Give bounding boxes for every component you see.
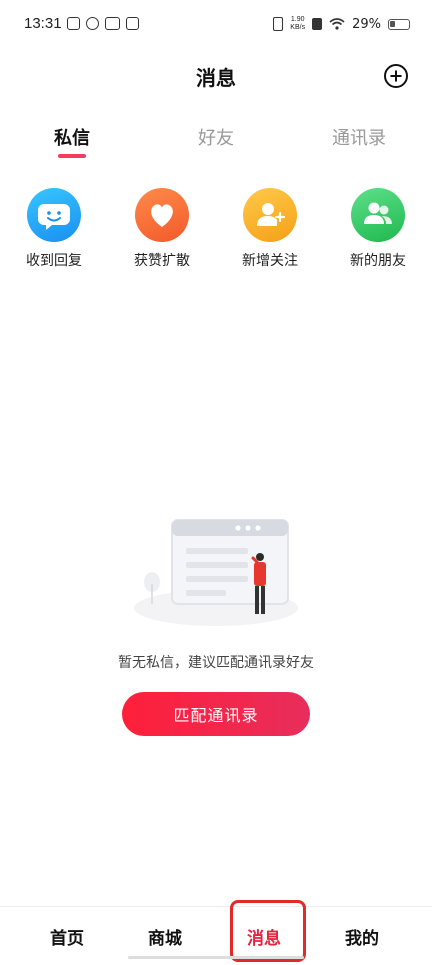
empty-messages-illustration — [134, 519, 298, 626]
wifi-icon — [329, 18, 345, 30]
notification-icons — [67, 17, 139, 30]
match-contacts-button[interactable]: 匹配通讯录 — [122, 692, 310, 736]
quick-action-new-friends[interactable]: 新的朋友 — [338, 188, 418, 270]
vibrate-icon — [273, 17, 284, 31]
quick-action-label: 收到回复 — [26, 253, 82, 269]
smile-chat-icon — [27, 188, 81, 242]
no-sim-icon — [312, 18, 323, 30]
active-tab-indicator — [58, 154, 86, 158]
calendar-icon — [67, 17, 80, 30]
battery-percent: 29% — [352, 16, 381, 32]
brand-icon — [105, 17, 120, 30]
quick-action-new-followers[interactable]: 新增关注 — [230, 188, 310, 270]
status-bar: 13:31 1.90 KB/s 29% — [0, 0, 432, 50]
quick-action-label: 新增关注 — [242, 253, 298, 269]
tab-private-messages[interactable]: 私信 — [54, 124, 90, 150]
nav-active-highlight — [230, 900, 306, 962]
friends-icon — [351, 188, 405, 242]
plus-circle-icon[interactable] — [384, 64, 408, 88]
quick-action-likes[interactable]: 获赞扩散 — [122, 188, 202, 270]
tab-friends[interactable]: 好友 — [198, 124, 234, 150]
quick-action-label: 新的朋友 — [350, 253, 406, 269]
nav-home[interactable]: 首页 — [50, 924, 84, 949]
status-time: 13:31 — [24, 15, 62, 32]
message-icon — [126, 17, 139, 30]
empty-state-message: 暂无私信，建议匹配通讯录好友 — [118, 655, 314, 671]
link-icon — [86, 17, 99, 30]
page-title: 消息 — [196, 66, 236, 90]
nav-mall[interactable]: 商城 — [148, 924, 182, 949]
tab-contacts[interactable]: 通讯录 — [332, 124, 386, 150]
net-speed: 1.90 KB/s — [290, 16, 306, 31]
heart-icon — [135, 188, 189, 242]
nav-me[interactable]: 我的 — [345, 924, 379, 949]
battery-icon — [388, 18, 410, 30]
quick-action-replies[interactable]: 收到回复 — [14, 188, 94, 270]
quick-action-label: 获赞扩散 — [134, 253, 190, 269]
add-person-icon — [243, 188, 297, 242]
status-right: 1.90 KB/s 29% — [273, 16, 410, 32]
home-indicator — [128, 956, 304, 959]
